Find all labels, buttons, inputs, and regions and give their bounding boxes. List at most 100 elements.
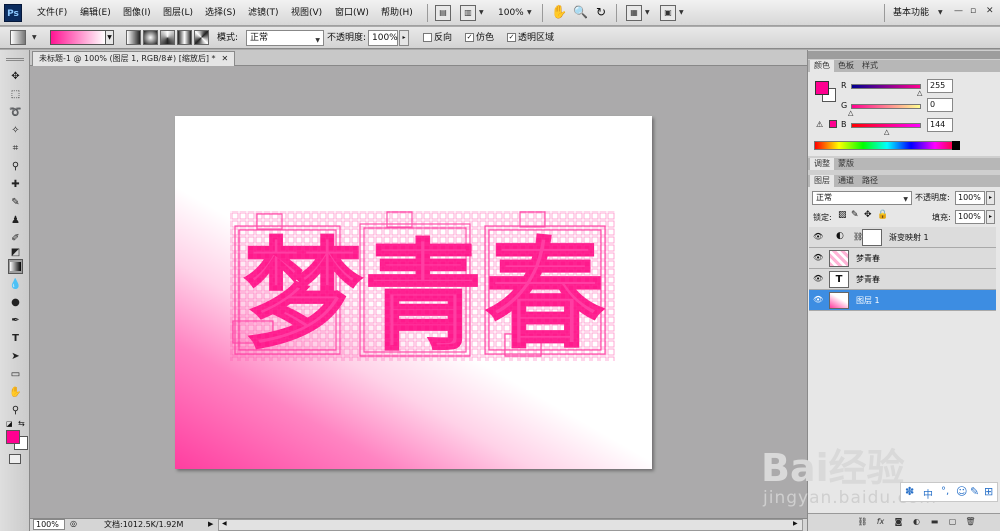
close-tab-icon[interactable]: ✕ <box>222 54 229 63</box>
crop-tool-icon[interactable]: ⌗ <box>8 141 23 156</box>
hand-icon[interactable]: ✋ <box>551 5 567 20</box>
link-layers-icon[interactable]: ⛓ <box>857 516 868 527</box>
b-value-field[interactable]: 144 <box>927 118 953 132</box>
healing-brush-tool-icon[interactable]: ✚ <box>8 177 23 192</box>
close-icon[interactable]: ✕ <box>986 6 994 16</box>
gamut-warning-icon[interactable]: ⚠ <box>816 120 823 129</box>
scroll-right-icon[interactable]: ▶ <box>793 520 798 527</box>
g-value-field[interactable]: 0 <box>927 98 953 112</box>
zoom-level-menu[interactable]: 100% <box>498 0 524 26</box>
add-mask-icon[interactable]: ◙ <box>893 516 904 527</box>
r-slider-handle-icon[interactable]: △ <box>917 89 922 97</box>
ime-grid-icon[interactable]: ⊞ <box>984 485 993 498</box>
lock-position-icon[interactable]: ✥ <box>864 210 872 220</box>
visibility-eye-icon[interactable]: 👁 <box>813 254 823 262</box>
chevron-down-icon[interactable]: ▼ <box>527 9 532 16</box>
chevron-down-icon[interactable]: ▼ <box>938 9 943 16</box>
layer-style-icon[interactable]: fx <box>875 516 886 527</box>
status-menu-arrow-icon[interactable]: ▶ <box>208 520 213 528</box>
ime-pen-icon[interactable]: ✎ <box>970 485 979 498</box>
tab-styles[interactable]: 样式 <box>858 60 882 72</box>
layer-opacity-input[interactable]: 100% <box>955 191 985 205</box>
brush-tool-icon[interactable]: ✎ <box>8 195 23 210</box>
ime-chinese-icon[interactable]: 中 <box>923 486 933 501</box>
tab-channels[interactable]: 通道 <box>834 175 858 187</box>
dodge-tool-icon[interactable]: ● <box>8 295 23 310</box>
document-canvas[interactable]: 梦 青 春 <box>175 116 652 469</box>
b-slider-handle-icon[interactable]: △ <box>884 128 889 136</box>
default-colors-icon[interactable]: ◪ <box>6 420 13 428</box>
clone-stamp-tool-icon[interactable]: ♟ <box>8 213 23 228</box>
gamut-color-swatch[interactable] <box>829 120 837 128</box>
ime-punct-icon[interactable]: °, <box>941 486 949 497</box>
chevron-down-icon[interactable]: ▼ <box>106 30 114 45</box>
lock-image-icon[interactable]: ✎ <box>851 210 859 220</box>
chevron-down-icon[interactable]: ▼ <box>32 34 37 41</box>
arrange-documents-icon[interactable]: ▦ <box>626 5 642 21</box>
swap-colors-icon[interactable]: ⇆ <box>18 419 25 428</box>
panel-foreground-swatch[interactable] <box>815 81 829 95</box>
menu-select[interactable]: 选择(S) <box>205 0 236 26</box>
magic-wand-tool-icon[interactable]: ✧ <box>8 123 23 138</box>
reverse-checkbox[interactable] <box>423 33 432 42</box>
menu-image[interactable]: 图像(I) <box>123 0 151 26</box>
radial-gradient-icon[interactable] <box>143 30 158 45</box>
zoom-icon[interactable]: 🔍 <box>573 5 588 19</box>
spectrum-black-swatch[interactable] <box>952 141 960 150</box>
screen-mode-icon[interactable]: ▣ <box>660 5 676 21</box>
fill-slider-toggle[interactable]: ▸ <box>986 210 995 224</box>
zoom-field[interactable]: 100% <box>33 519 65 530</box>
gradient-tool-icon[interactable] <box>8 259 23 274</box>
text-layer-icon[interactable]: T <box>829 271 849 288</box>
menu-file[interactable]: 文件(F) <box>37 0 67 26</box>
layer-row[interactable]: 👁 ◐ ⛓ 渐变映射 1 <box>809 227 996 248</box>
reflected-gradient-icon[interactable] <box>177 30 192 45</box>
transparency-checkbox[interactable]: ✓ <box>507 33 516 42</box>
tab-swatches[interactable]: 色板 <box>834 60 858 72</box>
restore-icon[interactable]: ▫ <box>970 6 976 16</box>
dither-checkbox[interactable]: ✓ <box>465 33 474 42</box>
new-layer-icon[interactable]: ▢ <box>947 516 958 527</box>
menu-layer[interactable]: 图层(L) <box>163 0 193 26</box>
angle-gradient-icon[interactable] <box>160 30 175 45</box>
scroll-left-icon[interactable]: ◀ <box>222 520 227 527</box>
panel-dock-header[interactable] <box>808 51 1000 59</box>
hand-tool-icon[interactable]: ✋ <box>8 385 23 400</box>
menu-window[interactable]: 窗口(W) <box>335 0 369 26</box>
layer-thumbnail[interactable] <box>829 250 849 267</box>
g-slider-handle-icon[interactable]: △ <box>848 109 853 117</box>
gradient-picker[interactable] <box>50 30 106 45</box>
minimize-icon[interactable]: — <box>954 6 963 16</box>
visibility-eye-icon[interactable]: 👁 <box>813 233 823 241</box>
shape-tool-icon[interactable]: ▭ <box>8 367 23 382</box>
toolbox-grip[interactable] <box>6 58 24 61</box>
status-icon[interactable]: ◎ <box>70 519 77 528</box>
tab-color[interactable]: 颜色 <box>810 60 834 72</box>
r-slider[interactable] <box>851 84 921 89</box>
horizontal-scrollbar[interactable] <box>218 519 803 531</box>
bridge-icon[interactable]: ▤ <box>435 5 451 21</box>
layer-mask-thumbnail[interactable] <box>862 229 882 246</box>
marquee-tool-icon[interactable]: ⬚ <box>8 87 23 102</box>
color-spectrum-bar[interactable] <box>814 141 960 150</box>
quick-mask-icon[interactable] <box>9 454 21 464</box>
linear-gradient-icon[interactable] <box>126 30 141 45</box>
layer-row[interactable]: 👁 梦青春 <box>809 248 996 269</box>
tab-adjustments[interactable]: 调整 <box>810 158 834 170</box>
menu-edit[interactable]: 编辑(E) <box>80 0 111 26</box>
ime-emoji-icon[interactable]: ☺ <box>956 485 967 498</box>
menu-filter[interactable]: 滤镜(T) <box>248 0 279 26</box>
view-extras-icon[interactable]: ▥ <box>460 5 476 21</box>
tab-paths[interactable]: 路径 <box>858 175 882 187</box>
ime-paw-icon[interactable]: ✽ <box>905 485 914 498</box>
workspace-switcher[interactable]: 基本功能 <box>893 0 929 26</box>
tab-masks[interactable]: 蒙版 <box>834 158 858 170</box>
type-tool-icon[interactable]: T <box>8 331 23 346</box>
path-selection-tool-icon[interactable]: ➤ <box>8 349 23 364</box>
history-brush-tool-icon[interactable]: ✐ <box>8 231 23 246</box>
chevron-down-icon[interactable]: ▼ <box>645 9 650 16</box>
eyedropper-tool-icon[interactable]: ⚲ <box>8 159 23 174</box>
visibility-eye-icon[interactable]: 👁 <box>813 275 823 283</box>
r-value-field[interactable]: 255 <box>927 79 953 93</box>
rotate-view-icon[interactable]: ↻ <box>596 5 606 19</box>
